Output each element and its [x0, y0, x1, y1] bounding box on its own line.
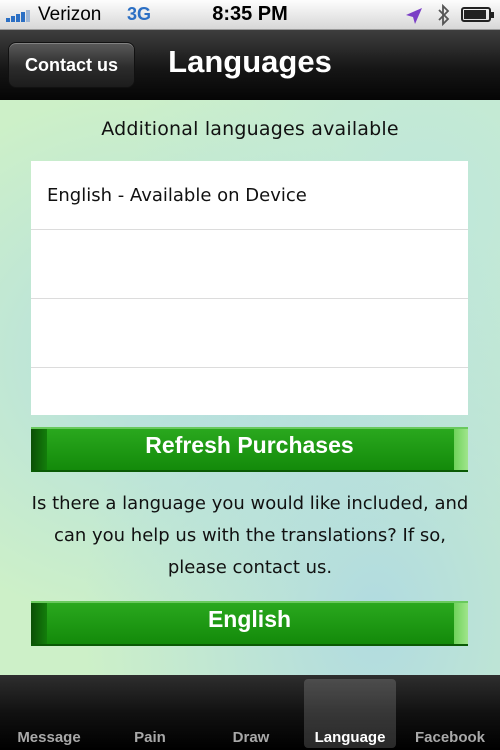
battery-icon [461, 7, 494, 22]
tab-label: Draw [232, 729, 270, 746]
tab-message[interactable]: Message [0, 675, 98, 750]
status-time: 8:35 PM [212, 3, 288, 25]
tab-bar: Message Pain Draw Language Facebook [0, 675, 500, 750]
contact-info-text: Is there a language you would like inclu… [31, 493, 469, 578]
tab-language[interactable]: Language [300, 675, 400, 750]
tab-facebook[interactable]: Facebook [400, 675, 500, 750]
refresh-purchases-label: Refresh Purchases [145, 432, 354, 458]
english-language-label: English [207, 606, 292, 632]
language-row[interactable] [31, 230, 468, 299]
language-list: English - Available on Device [31, 161, 468, 415]
language-row[interactable] [31, 368, 468, 415]
section-heading: Additional languages available [101, 118, 399, 140]
tab-pain[interactable]: Pain [98, 675, 202, 750]
bluetooth-icon [438, 4, 450, 26]
contact-us-button[interactable]: Contact us [8, 42, 135, 88]
location-arrow-icon [406, 8, 422, 24]
navigation-bar: Contact us Languages [0, 30, 500, 100]
english-language-button[interactable]: English [31, 601, 468, 646]
refresh-purchases-button[interactable]: Refresh Purchases [31, 427, 468, 472]
language-row[interactable]: English - Available on Device [31, 161, 468, 230]
tab-label: Pain [134, 729, 166, 746]
language-content: Additional languages available English -… [0, 100, 500, 675]
status-bar: Verizon 3G 8:35 PM [0, 0, 500, 30]
page-title: Languages [168, 44, 332, 79]
tab-draw[interactable]: Draw [202, 675, 300, 750]
tab-label: Message [17, 729, 81, 746]
tab-label: Language [314, 729, 386, 746]
tab-label: Facebook [414, 729, 486, 746]
language-row[interactable] [31, 299, 468, 368]
